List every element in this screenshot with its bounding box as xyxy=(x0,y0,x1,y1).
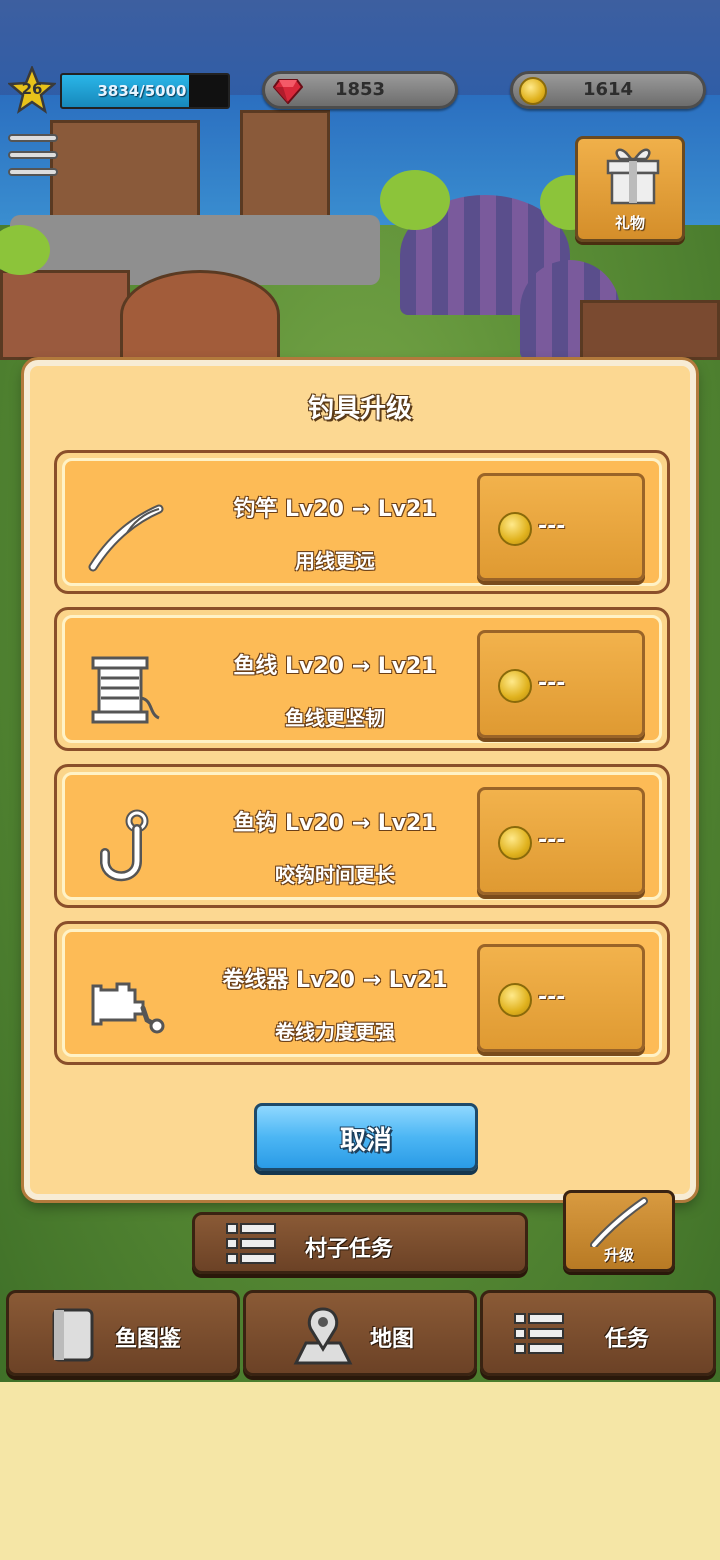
fish-book-label: 鱼图鉴 xyxy=(115,1327,182,1352)
dialog-title: 钓具升级 xyxy=(307,394,412,424)
rod-title: 钓竿 Lv20 → Lv21 xyxy=(233,497,437,522)
gift-button[interactable]: 礼物 xyxy=(575,136,685,242)
fish-hook-icon xyxy=(100,809,149,882)
upgrade-card-hook: 鱼钩 Lv20 → Lv21 咬钩时间更长 --- xyxy=(54,764,670,908)
hamburger-line xyxy=(8,134,58,142)
tree xyxy=(380,170,450,230)
hook-price: --- xyxy=(538,828,566,853)
xp-bar: 3834/5000 xyxy=(60,73,230,109)
coin-icon xyxy=(498,826,532,860)
thatched-roof xyxy=(120,270,280,360)
gem-counter[interactable]: 1853 xyxy=(262,71,458,109)
tasks-button[interactable]: 任务 xyxy=(480,1290,716,1376)
card-inner: 鱼线 Lv20 → Lv21 鱼线更坚韧 --- xyxy=(62,615,662,743)
village-tasks-button[interactable]: 村子任务 xyxy=(192,1212,528,1274)
upgrade-card-reel: 卷线器 Lv20 → Lv21 卷线力度更强 --- xyxy=(54,921,670,1065)
fishing-rod-icon xyxy=(88,504,164,572)
rod-description: 用线更远 xyxy=(295,549,375,573)
cancel-button[interactable]: 取消 xyxy=(254,1103,478,1171)
tasks-label: 任务 xyxy=(605,1327,650,1352)
reel-title: 卷线器 Lv20 → Lv21 xyxy=(222,968,448,993)
upgrade-rod-button[interactable]: --- xyxy=(477,473,645,581)
upgrade-line-button[interactable]: --- xyxy=(477,630,645,738)
line-price: --- xyxy=(538,671,566,696)
hook-title: 鱼钩 Lv20 → Lv21 xyxy=(233,811,437,836)
list-icon xyxy=(514,1313,564,1354)
card-inner: 卷线器 Lv20 → Lv21 卷线力度更强 --- xyxy=(62,929,662,1057)
village-tasks-label: 村子任务 xyxy=(305,1237,394,1262)
upgrade-reel-button[interactable]: --- xyxy=(477,944,645,1052)
list-icon xyxy=(226,1223,276,1264)
hamburger-line xyxy=(8,168,58,176)
coin-icon xyxy=(498,669,532,703)
reel-description: 卷线力度更强 xyxy=(275,1020,395,1044)
upgrade-label: 升级 xyxy=(603,1246,634,1264)
card-inner: 鱼钩 Lv20 → Lv21 咬钩时间更长 --- xyxy=(62,772,662,900)
hamburger-line xyxy=(8,151,58,159)
map-pin-icon xyxy=(293,1307,353,1365)
gift-icon xyxy=(606,148,660,205)
game-scene: 26 3834/5000 1853 1614 礼物 钓具升级 钓竿 Lv20 →… xyxy=(0,0,720,1382)
fish-book-button[interactable]: 鱼图鉴 xyxy=(6,1290,240,1376)
coin-icon xyxy=(498,983,532,1017)
line-description: 鱼线更坚韧 xyxy=(285,706,385,730)
reel-price: --- xyxy=(538,985,566,1010)
village-house xyxy=(0,270,130,360)
village-house xyxy=(580,300,720,360)
coin-counter[interactable]: 1614 xyxy=(510,71,706,109)
fishing-rod-icon xyxy=(590,1197,648,1247)
gem-count: 1853 xyxy=(334,79,386,100)
map-label: 地图 xyxy=(370,1327,415,1352)
card-inner: 钓竿 Lv20 → Lv21 用线更远 --- xyxy=(62,458,662,586)
xp-text: 3834/5000 xyxy=(97,82,187,100)
coin-icon xyxy=(498,512,532,546)
menu-button[interactable] xyxy=(8,134,60,180)
hook-description: 咬钩时间更长 xyxy=(275,863,395,887)
player-level: 26 xyxy=(21,80,43,98)
fishing-line-spool-icon xyxy=(91,656,160,724)
upgrade-hook-button[interactable]: --- xyxy=(477,787,645,895)
rod-price: --- xyxy=(538,514,566,539)
upgrade-card-line: 鱼线 Lv20 → Lv21 鱼线更坚韧 --- xyxy=(54,607,670,751)
upgrade-button[interactable]: 升级 xyxy=(563,1190,675,1272)
gift-label: 礼物 xyxy=(614,214,645,232)
map-button[interactable]: 地图 xyxy=(243,1290,477,1376)
tackle-upgrade-dialog: 钓具升级 钓竿 Lv20 → Lv21 用线更远 --- 鱼线 Lv20 → L… xyxy=(24,360,696,1200)
reel-icon xyxy=(91,982,165,1034)
upgrade-card-rod: 钓竿 Lv20 → Lv21 用线更远 --- xyxy=(54,450,670,594)
village-house xyxy=(50,120,200,220)
line-title: 鱼线 Lv20 → Lv21 xyxy=(233,654,437,679)
book-icon xyxy=(52,1308,94,1362)
village-tower xyxy=(240,110,330,220)
coin-count: 1614 xyxy=(582,79,634,100)
cancel-label: 取消 xyxy=(339,1126,392,1156)
